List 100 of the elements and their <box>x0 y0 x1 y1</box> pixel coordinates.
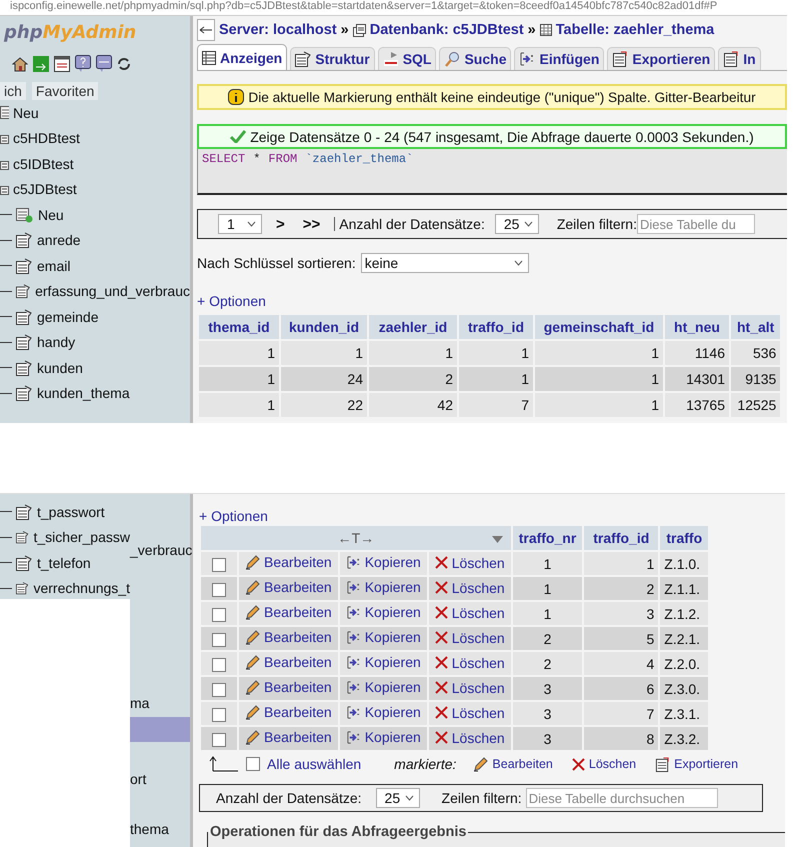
sidebar-item[interactable]: t_passwort <box>37 504 105 520</box>
bulk-action-button[interactable]: Löschen <box>572 757 636 771</box>
row-checkbox[interactable] <box>212 608 226 622</box>
insert-row-icon <box>346 630 361 645</box>
sort-label: Nach Schlüssel sortieren: <box>197 255 356 271</box>
sidebar-item[interactable]: kunden <box>37 360 83 376</box>
sidebar-item[interactable]: Neu <box>13 104 39 121</box>
page-select[interactable]: 1 <box>218 214 262 234</box>
highlight-bar <box>130 717 190 742</box>
sidebar-tab[interactable]: ich <box>0 82 26 100</box>
column-header[interactable]: traffo_nr <box>512 526 582 550</box>
sidebar-item[interactable]: c5IDBtest <box>13 156 74 172</box>
tab[interactable]: Struktur <box>290 47 375 70</box>
select-all-checkbox[interactable] <box>246 757 260 771</box>
table-cell: 1 <box>199 393 279 417</box>
sidebar-tab[interactable]: Favoriten <box>32 82 98 100</box>
insert-row-icon <box>519 51 536 67</box>
sort-select[interactable]: keine <box>360 253 529 273</box>
row-checkbox[interactable] <box>212 658 226 672</box>
tab[interactable]: Anzeigen <box>197 44 288 70</box>
column-header[interactable]: gemeinschaft_id <box>535 315 663 339</box>
rows-label: Anzahl der Datensätze: <box>216 790 362 806</box>
table-cell: 1 <box>535 367 663 391</box>
marked-label: markierte: <box>394 756 456 772</box>
phpmyadmin-logo[interactable]: phpMyAdmin <box>4 22 136 43</box>
options-link[interactable]: + Optionen <box>199 508 268 524</box>
table-cell: 1 <box>512 602 582 625</box>
column-toggle-arrows[interactable]: ←T→ <box>338 530 374 546</box>
row-checkbox[interactable] <box>212 708 226 722</box>
sidebar-item[interactable]: t_sicher_passw <box>34 529 130 546</box>
row-checkbox[interactable] <box>212 732 226 747</box>
insert-row-icon <box>346 580 361 595</box>
dropdown-triangle-icon[interactable] <box>492 536 503 543</box>
sql-window-icon[interactable] <box>54 56 70 72</box>
tab[interactable]: In <box>718 47 761 70</box>
row-checkbox[interactable] <box>212 632 226 647</box>
new-table-icon <box>16 206 33 224</box>
filter-field[interactable]: Diese Tabelle du <box>636 214 755 234</box>
breadcrumb-link[interactable]: Tabelle: zaehler_thema <box>556 22 714 38</box>
home-icon[interactable] <box>12 56 28 72</box>
next-page-button[interactable]: > <box>276 216 285 232</box>
checkmark-icon <box>230 130 246 143</box>
table-cell: 14301 <box>665 367 729 391</box>
column-header[interactable]: zaehler_id <box>369 315 457 339</box>
tab[interactable]: Einfügen <box>514 47 604 70</box>
query-window-icon[interactable] <box>96 55 112 72</box>
filter-field[interactable]: Diese Tabelle durchsuchen <box>526 788 718 808</box>
bulk-action-button[interactable]: Exportieren <box>655 756 738 772</box>
row-checkbox[interactable] <box>212 558 226 572</box>
pencil-icon <box>473 756 488 772</box>
select-all-link[interactable]: Alle auswählen <box>267 756 362 772</box>
pencil-icon <box>245 630 260 645</box>
sidebar-item[interactable]: erfassung_und_verbrauc <box>35 283 190 300</box>
table-structure-icon <box>295 51 312 67</box>
bulk-action-button[interactable]: Bearbeiten <box>473 756 553 772</box>
column-header[interactable]: thema_id <box>199 315 279 339</box>
sidebar-item[interactable]: handy <box>37 334 76 350</box>
table-structure-icon <box>16 334 32 350</box>
row-checkbox[interactable] <box>212 682 226 697</box>
sidebar-item[interactable]: anrede <box>37 232 81 248</box>
rows-select[interactable]: 25 <box>376 788 420 808</box>
table-cell: 3 <box>512 702 582 725</box>
reload-icon[interactable] <box>117 56 131 70</box>
sidebar-item[interactable]: Neu <box>38 206 64 223</box>
sidebar-item[interactable]: verrechnungs_t <box>33 580 130 596</box>
sidebar-item[interactable]: c5JDBtest <box>13 181 77 198</box>
warning-message: Die aktuelle Markierung enthält keine eindeutige ("unique") Spalte. Gitter-Bearbeitur <box>197 84 787 110</box>
breadcrumb-separator: » <box>340 22 349 38</box>
table-cell: Z.2.0. <box>660 652 708 675</box>
pencil-icon <box>245 580 260 595</box>
cross-icon <box>434 631 448 644</box>
column-header[interactable]: ht_neu <box>665 315 729 339</box>
sidebar-item[interactable]: t_telefon <box>37 554 91 571</box>
column-header[interactable]: traffo_id <box>584 526 658 550</box>
table-cell: 5 <box>584 627 658 650</box>
breadcrumb-link[interactable]: Server: localhost <box>219 22 337 38</box>
tab[interactable]: Exportieren <box>607 47 716 70</box>
sidebar-item[interactable]: c5HDBtest <box>13 130 80 146</box>
rows-select[interactable]: 25 <box>494 214 539 234</box>
tab[interactable]: SQL <box>378 47 436 70</box>
breadcrumb-link[interactable]: Datenbank: c5JDBtest <box>370 22 524 38</box>
breadcrumb-separator: » <box>528 22 536 38</box>
table-cell: 536 <box>731 341 780 365</box>
last-page-button[interactable]: >> <box>302 216 320 232</box>
tab[interactable]: Suche <box>439 47 512 70</box>
sidebar-item[interactable]: email <box>37 258 70 274</box>
help-icon[interactable] <box>75 55 91 72</box>
exit-icon[interactable] <box>33 56 49 72</box>
table-structure-icon <box>16 258 32 274</box>
sidebar-item[interactable]: gemeinde <box>37 308 98 325</box>
column-header[interactable]: traffo <box>660 526 708 550</box>
options-link[interactable]: + Optionen <box>197 293 266 309</box>
column-header[interactable]: kunden_id <box>281 315 367 339</box>
table-structure-icon <box>16 580 28 596</box>
column-header[interactable]: traffo_id <box>459 315 533 339</box>
column-header[interactable]: ht_alt <box>731 315 780 339</box>
row-checkbox[interactable] <box>212 582 226 597</box>
pencil-icon <box>245 654 260 670</box>
sidebar-item[interactable]: kunden_thema <box>37 385 130 402</box>
address-bar[interactable]: ispconfig.einewelle.net/phpmyadmin/sql.php?db=c5JDBtest&table=startdaten&server=1&target=&token=8ceedf0a14540bfc787c540c82ad01df#P <box>0 0 787 16</box>
